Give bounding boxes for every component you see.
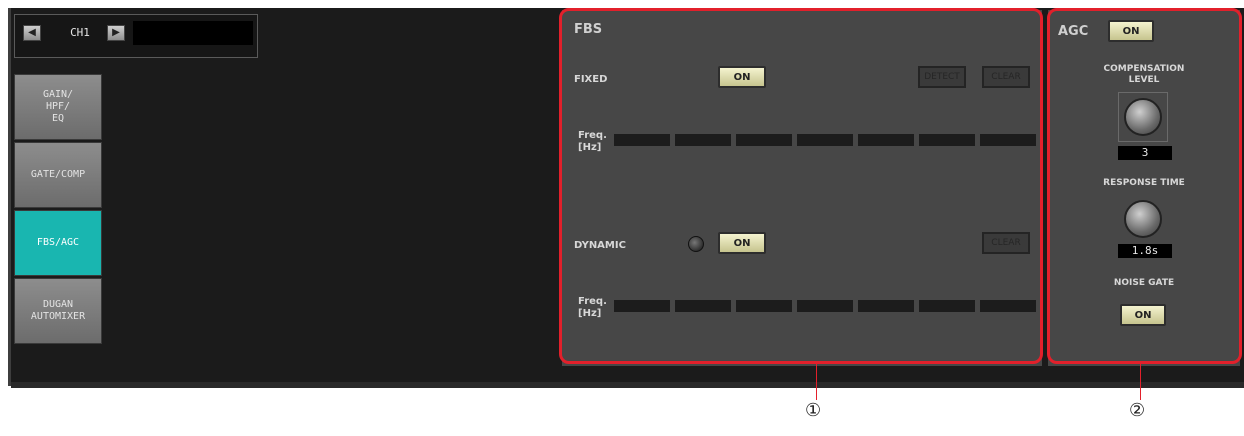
- agc-callout-line: [1140, 364, 1141, 400]
- channel-name-field[interactable]: [133, 21, 253, 45]
- fbs-callout-number: ①: [805, 400, 822, 421]
- agc-highlight-frame: [1047, 8, 1242, 364]
- right-arrow-icon[interactable]: ▶: [107, 25, 125, 41]
- nav-gain-hpf-eq[interactable]: GAIN/ HPF/ EQ: [14, 74, 102, 140]
- fbs-highlight-frame: [559, 8, 1043, 364]
- channel-selector: ◀ CH1 ▶: [14, 14, 258, 58]
- agc-callout-number: ②: [1129, 400, 1146, 421]
- nav-fbs-agc[interactable]: FBS/AGC: [14, 210, 102, 276]
- nav-gate-comp[interactable]: GATE/COMP: [14, 142, 102, 208]
- nav-dugan-automixer[interactable]: DUGAN AUTOMIXER: [14, 278, 102, 344]
- channel-name: CH1: [70, 26, 90, 39]
- fbs-callout-line: [816, 364, 817, 400]
- bottom-strip: [11, 382, 1244, 388]
- left-arrow-icon[interactable]: ◀: [23, 25, 41, 41]
